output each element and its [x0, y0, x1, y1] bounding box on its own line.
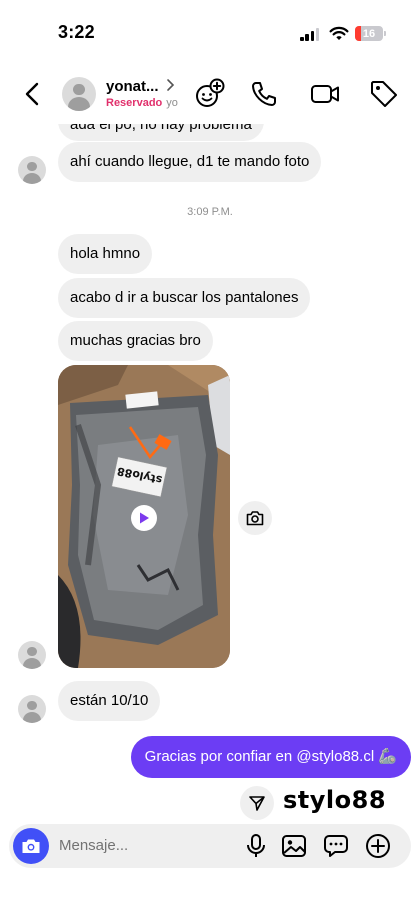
camera-icon	[22, 839, 40, 853]
video-icon[interactable]	[309, 78, 341, 110]
message-bubble: ahí cuando llegue, d1 te mando foto	[58, 142, 322, 182]
chevron-right-icon[interactable]	[166, 78, 176, 92]
avatar[interactable]	[18, 156, 46, 184]
send-icon	[249, 796, 265, 811]
message-bubble: hola hmno	[58, 234, 153, 274]
sticker-icon[interactable]	[323, 833, 349, 859]
add-icon[interactable]	[365, 833, 391, 859]
status-time: 3:22	[58, 22, 95, 42]
gallery-icon[interactable]	[281, 833, 307, 859]
status-bar: 3:22 16	[0, 0, 420, 66]
back-icon[interactable]	[20, 80, 46, 108]
battery-level: 16	[362, 27, 376, 40]
wifi-icon	[329, 26, 349, 40]
play-icon	[140, 512, 149, 524]
battery-cap	[384, 31, 386, 36]
brand-sticker[interactable]: stylo88	[283, 786, 386, 814]
reserved-label: Reservado	[106, 97, 163, 109]
camera-icon	[246, 511, 264, 526]
subtitle-rest: yo	[166, 97, 178, 109]
message-input[interactable]: Mensaje...	[59, 837, 128, 854]
contact-name[interactable]: yonat...	[106, 78, 164, 95]
message-composer: Mensaje...	[9, 824, 411, 868]
contact-subtitle: Reservado yo	[106, 97, 178, 109]
signal-icon	[300, 28, 320, 41]
tag-icon[interactable]	[368, 78, 400, 110]
video-message[interactable]: stylo88	[58, 365, 230, 668]
microphone-icon[interactable]	[243, 833, 269, 859]
message-bubble: muchas gracias bro	[58, 321, 213, 361]
camera-reply-button[interactable]	[238, 501, 272, 535]
play-button[interactable]	[131, 505, 157, 531]
avatar[interactable]	[62, 77, 96, 111]
camera-button[interactable]	[13, 828, 49, 864]
sent-message-bubble: Gracias por confiar en @stylo88.cl 🦾	[130, 736, 411, 778]
sticker-plus-icon[interactable]	[193, 78, 225, 110]
chat-header: yonat... Reservado yo	[0, 66, 420, 124]
message-timestamp: 3:09 P.M.	[187, 206, 233, 218]
battery-icon: 16	[355, 26, 383, 41]
avatar[interactable]	[18, 695, 46, 723]
share-button[interactable]	[240, 786, 274, 820]
message-bubble: acabo d ir a buscar los pantalones	[58, 278, 311, 318]
phone-icon[interactable]	[248, 78, 280, 110]
avatar[interactable]	[18, 641, 46, 669]
message-bubble: están 10/10	[58, 681, 161, 721]
